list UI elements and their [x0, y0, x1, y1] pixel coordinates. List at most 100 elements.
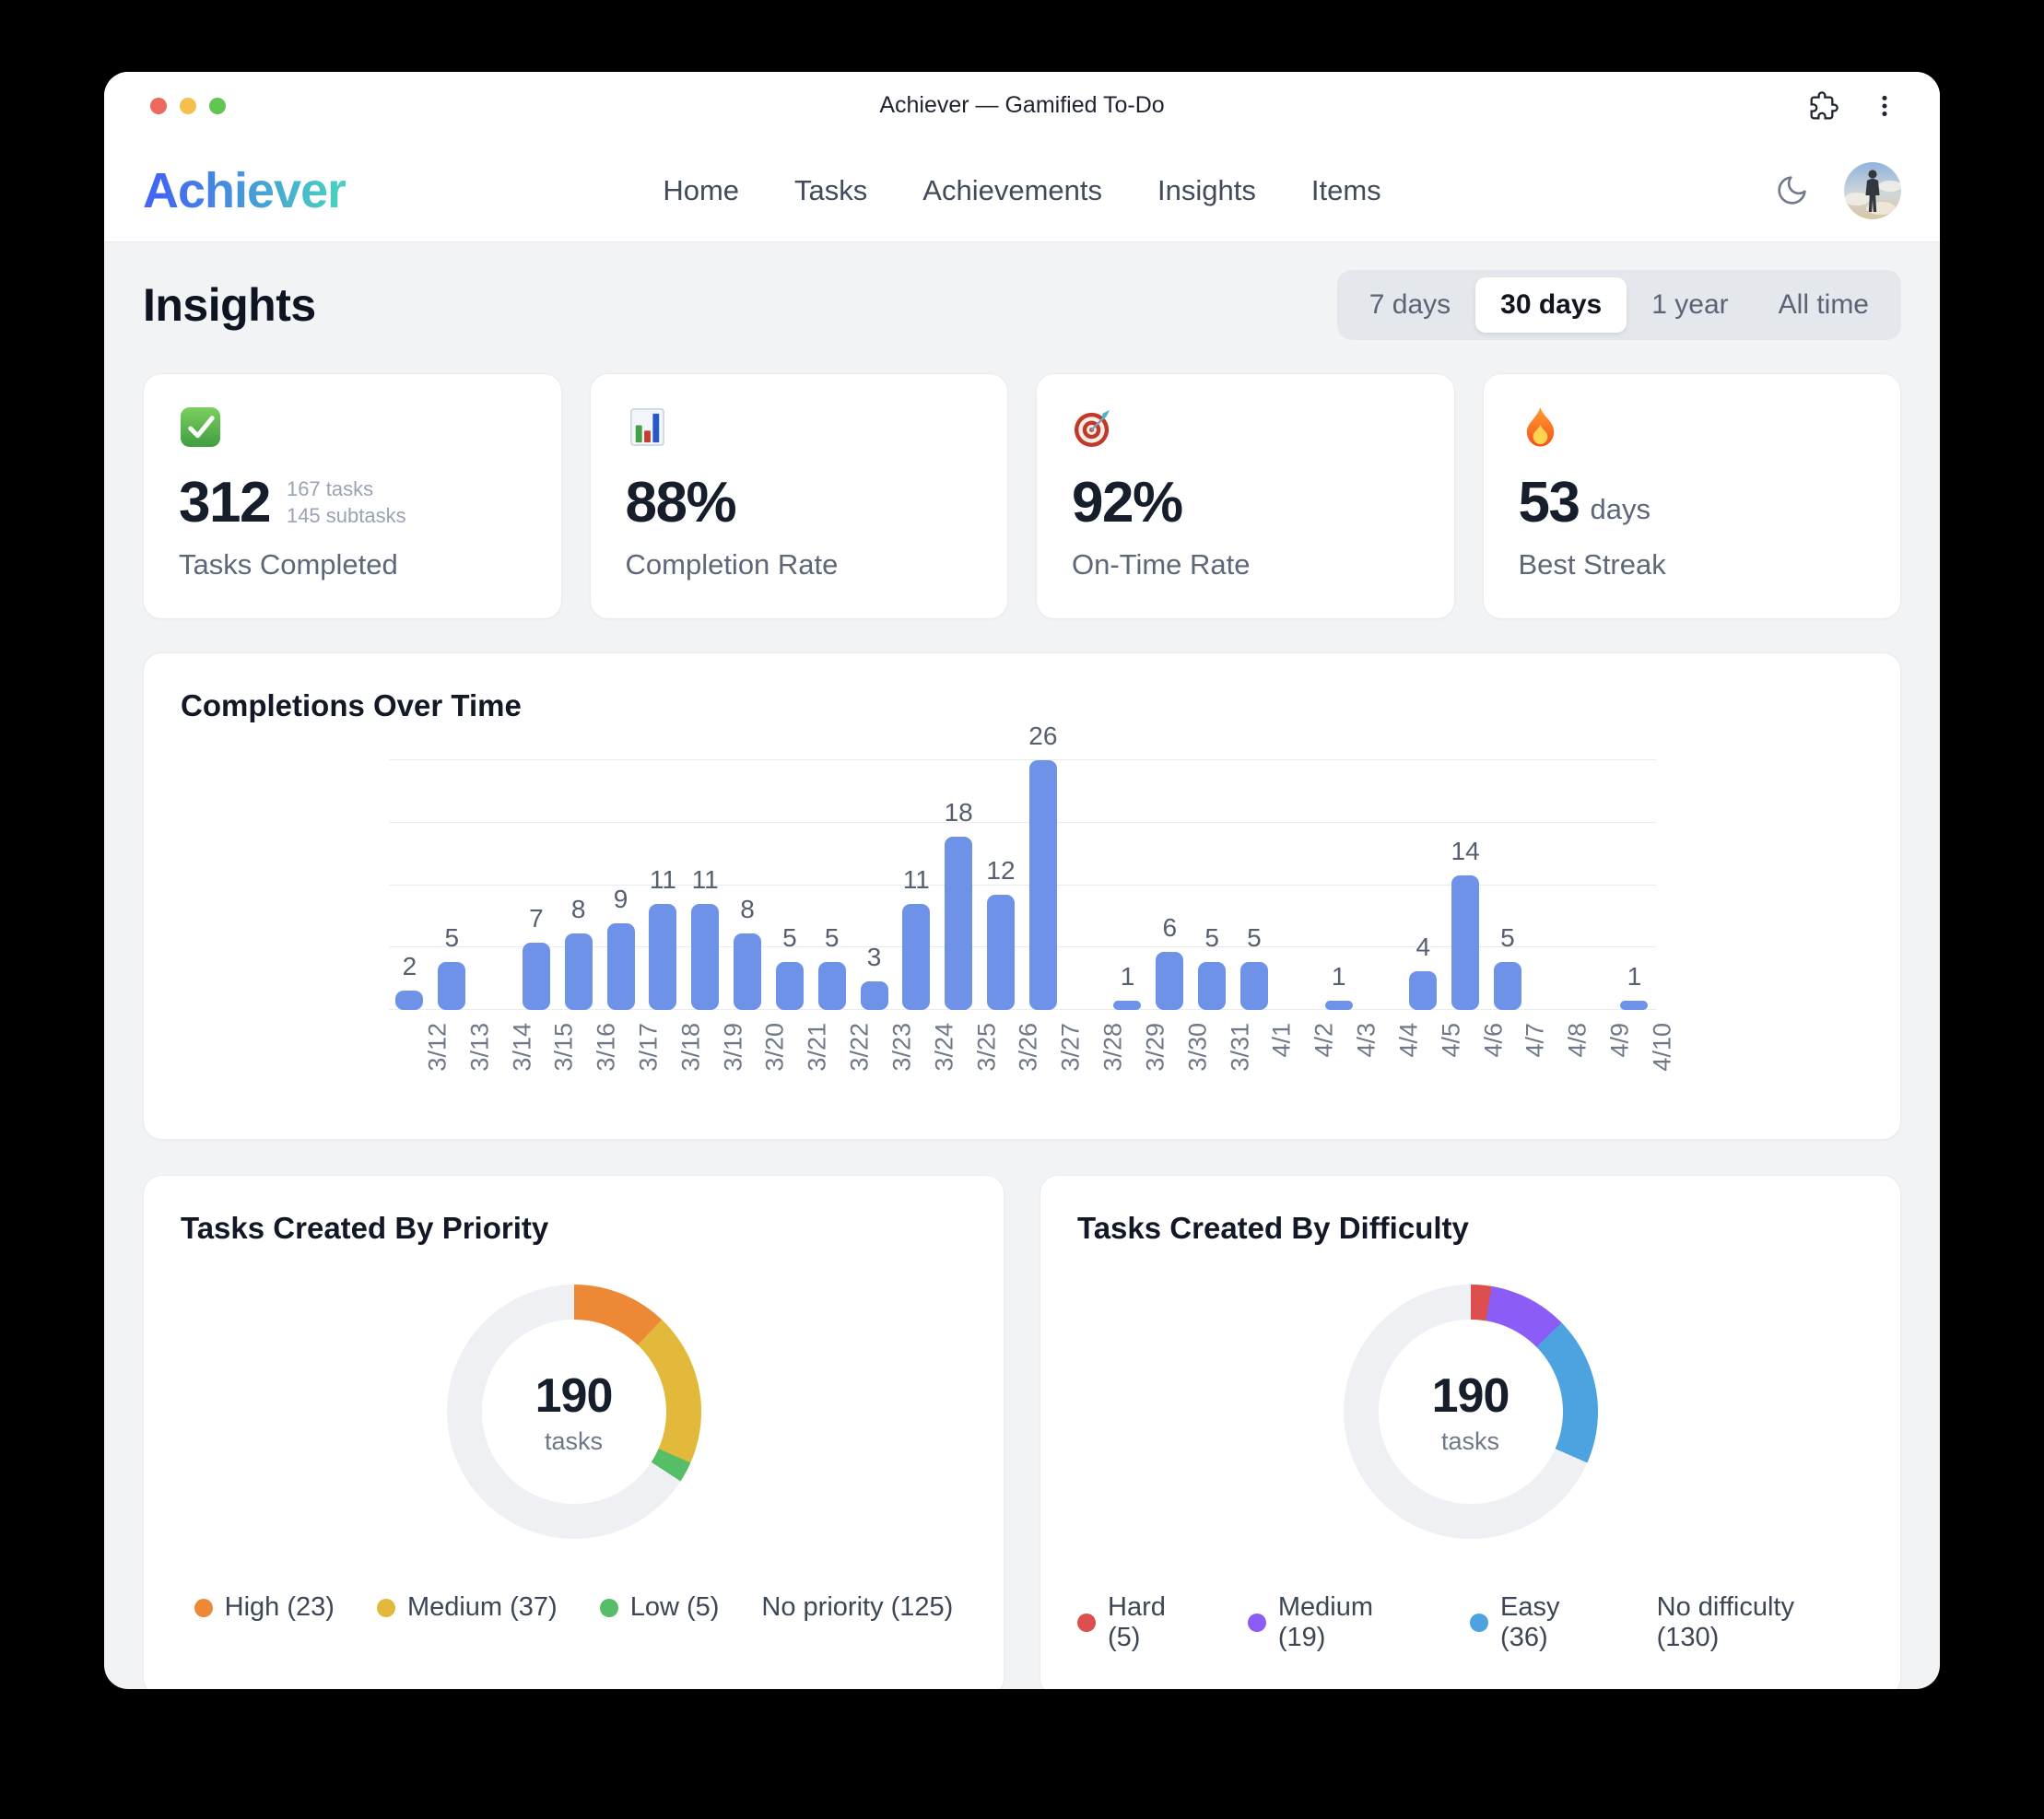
legend-label: No priority (125)	[761, 1592, 953, 1623]
legend-label: Easy (36)	[1500, 1592, 1615, 1653]
bar-column: 4/2	[1275, 760, 1318, 1010]
green-check-emoji	[179, 405, 222, 449]
bar-column: 53/13	[430, 760, 473, 1010]
bar-column: 13/29	[1107, 760, 1149, 1010]
legend-item[interactable]: Easy (36)	[1470, 1592, 1615, 1653]
completions-plot: 23/1253/133/1473/1583/1693/17113/18113/1…	[389, 760, 1656, 1010]
legend-label: Medium (19)	[1278, 1592, 1427, 1653]
bar-value-label: 1	[1332, 962, 1346, 992]
bar	[1409, 971, 1437, 1010]
legend-item[interactable]: High (23)	[194, 1592, 335, 1623]
bar	[1620, 1001, 1648, 1010]
stat-value: 53	[1519, 475, 1580, 532]
bar-value-label: 5	[825, 923, 840, 953]
x-tick-label: 4/2	[1310, 1023, 1339, 1058]
bar-column: 73/15	[515, 760, 558, 1010]
extension-icon[interactable]	[1809, 91, 1838, 121]
x-tick-label: 3/30	[1183, 1023, 1212, 1072]
legend-label: No difficulty (130)	[1657, 1592, 1863, 1653]
bar	[649, 904, 676, 1010]
priority-legend: High (23) Medium (37) Low (5) No priority (…	[181, 1592, 967, 1623]
x-tick-label: 3/20	[761, 1023, 790, 1072]
x-tick-label: 4/6	[1479, 1023, 1508, 1058]
moon-icon[interactable]	[1775, 173, 1809, 207]
nav-item-achievements[interactable]: Achievements	[922, 174, 1102, 207]
completions-chart-card: Completions Over Time 23/1253/133/1473/1…	[143, 652, 1901, 1140]
x-tick-label: 3/25	[972, 1023, 1001, 1072]
bar-column: 14/10	[1614, 760, 1656, 1010]
legend-item[interactable]: No priority (125)	[761, 1592, 953, 1623]
legend-item[interactable]: Medium (37)	[377, 1592, 558, 1623]
donut-total: 190	[1432, 1368, 1510, 1424]
bar-column: 113/24	[895, 760, 937, 1010]
bar-value-label: 5	[444, 923, 459, 953]
x-tick-label: 3/19	[719, 1023, 747, 1072]
x-tick-label: 3/29	[1142, 1023, 1170, 1072]
time-range-7-days[interactable]: 7 days	[1345, 277, 1475, 333]
stat-unit: days	[1590, 493, 1650, 526]
brand-logo[interactable]: Achiever	[143, 162, 346, 219]
bar-value-label: 11	[903, 865, 930, 895]
avatar[interactable]	[1844, 162, 1901, 219]
bar-column: 144/6	[1444, 760, 1486, 1010]
bar-column: 4/4	[1360, 760, 1403, 1010]
bar-column: 54/7	[1486, 760, 1529, 1010]
bar	[395, 991, 423, 1010]
x-tick-label: 4/7	[1521, 1023, 1550, 1058]
bar	[861, 981, 888, 1010]
legend-item[interactable]: No difficulty (130)	[1657, 1592, 1863, 1653]
bar-column: 3/14	[473, 760, 515, 1010]
bar-value-label: 6	[1163, 913, 1178, 943]
donut-sublabel: tasks	[535, 1427, 613, 1456]
bar-value-label: 1	[1627, 962, 1642, 992]
x-tick-label: 3/18	[676, 1023, 705, 1072]
page-title: Insights	[143, 278, 316, 332]
bar-value-label: 12	[986, 856, 1015, 886]
stat-card-best-streak: 53 days Best Streak	[1483, 373, 1902, 619]
bar-value-label: 5	[1204, 923, 1219, 953]
x-tick-label: 3/12	[423, 1023, 452, 1072]
x-tick-label: 4/5	[1437, 1023, 1465, 1058]
titlebar: Achiever — Gamified To-Do	[104, 72, 1940, 139]
stat-card-completion-rate: 88% Completion Rate	[590, 373, 1009, 619]
nav-item-insights[interactable]: Insights	[1157, 174, 1256, 207]
legend-item[interactable]: Hard (5)	[1077, 1592, 1205, 1653]
nav-item-tasks[interactable]: Tasks	[794, 174, 867, 207]
legend-item[interactable]: Medium (19)	[1248, 1592, 1427, 1653]
x-tick-label: 4/10	[1648, 1023, 1676, 1072]
bar	[945, 837, 972, 1010]
x-tick-label: 4/9	[1606, 1023, 1635, 1058]
bar-column: 53/31	[1191, 760, 1233, 1010]
x-tick-label: 3/31	[1226, 1023, 1254, 1072]
time-range-1-year[interactable]: 1 year	[1627, 277, 1753, 333]
stat-cards-row: 312 167 tasks 145 subtasks Tasks Complet…	[143, 373, 1901, 619]
chart-title: Completions Over Time	[181, 688, 1863, 723]
bar-column: 53/22	[811, 760, 853, 1010]
bar-chart-emoji	[626, 405, 669, 449]
x-tick-label: 4/3	[1353, 1023, 1381, 1058]
legend-item[interactable]: Low (5)	[600, 1592, 720, 1623]
app-window: Achiever — Gamified To-Do Achiever Home …	[104, 72, 1940, 1689]
time-range-30-days[interactable]: 30 days	[1475, 277, 1627, 333]
time-range-all-time[interactable]: All time	[1754, 277, 1894, 333]
bar	[1113, 1001, 1141, 1010]
bar	[565, 933, 593, 1010]
stat-label: Completion Rate	[626, 548, 973, 581]
time-range-selector: 7 days 30 days 1 year All time	[1337, 270, 1901, 340]
nav-item-home[interactable]: Home	[663, 174, 739, 207]
nav-item-items[interactable]: Items	[1311, 174, 1381, 207]
chart-title: Tasks Created By Priority	[181, 1211, 967, 1246]
bar-column: 123/26	[980, 760, 1022, 1010]
bar	[1029, 760, 1057, 1010]
bar-column: 183/25	[937, 760, 980, 1010]
bar-value-label: 5	[1247, 923, 1262, 953]
difficulty-legend: Hard (5) Medium (19) Easy (36) No difficult…	[1077, 1592, 1863, 1653]
kebab-menu-icon[interactable]	[1870, 91, 1899, 121]
x-tick-label: 3/28	[1099, 1023, 1128, 1072]
x-tick-label: 3/13	[465, 1023, 494, 1072]
bar	[1494, 962, 1521, 1010]
bar	[1198, 962, 1226, 1010]
x-tick-label: 3/26	[1015, 1023, 1043, 1072]
x-tick-label: 3/23	[888, 1023, 917, 1072]
bar-column: 63/30	[1148, 760, 1191, 1010]
